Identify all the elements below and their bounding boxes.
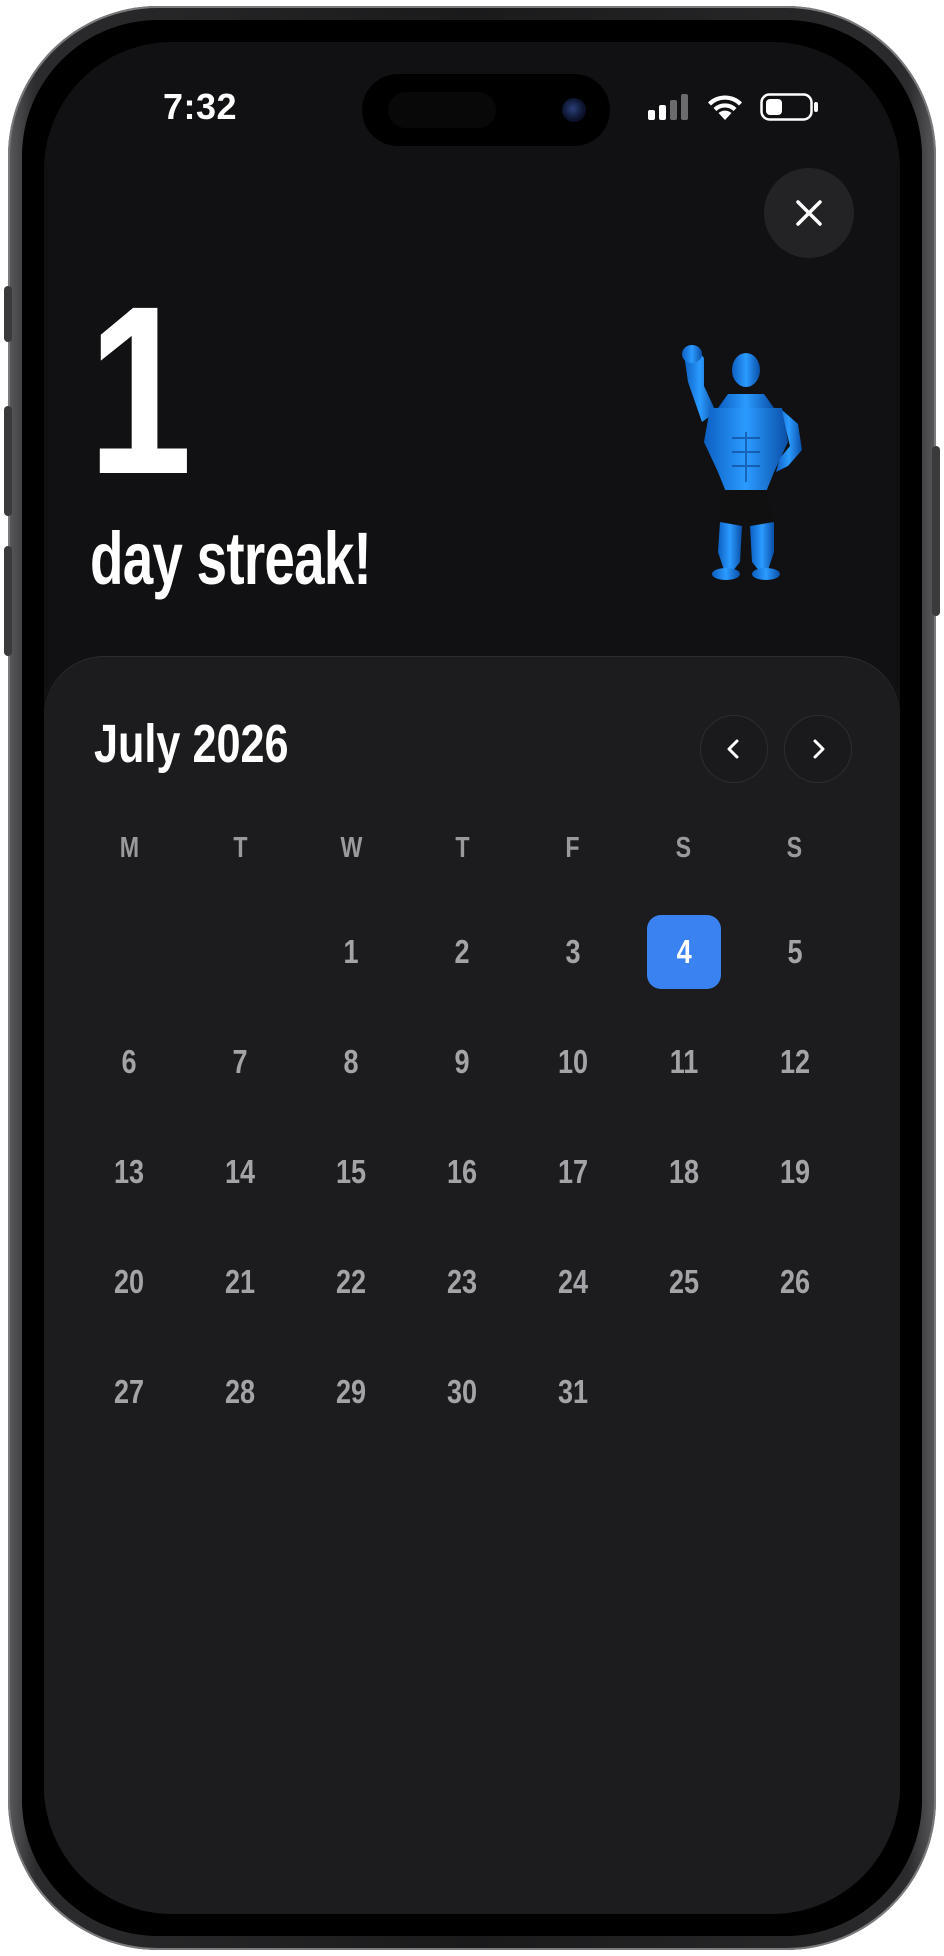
- screen: 7:32 1 day streak! July 2026 M T W T F S…: [44, 42, 900, 1914]
- status-icons: [648, 92, 820, 122]
- cellular-signal-icon: [648, 94, 688, 120]
- weekday-label: F: [565, 832, 580, 864]
- calendar-day-number: 26: [779, 1263, 810, 1300]
- calendar-day[interactable]: 26: [739, 1227, 850, 1337]
- calendar-day-number: 22: [336, 1263, 367, 1300]
- calendar-day[interactable]: 1: [296, 897, 407, 1007]
- action-button: [4, 286, 12, 342]
- calendar-day-number: 23: [446, 1263, 478, 1300]
- calendar-day-number: 4: [646, 915, 721, 989]
- calendar-day[interactable]: 30: [407, 1337, 518, 1447]
- bezel: 7:32 1 day streak! July 2026 M T W T F S…: [22, 20, 922, 1936]
- calendar-day-number: 6: [121, 1043, 137, 1080]
- calendar-day[interactable]: 7: [185, 1007, 296, 1117]
- calendar-day-number: 1: [343, 933, 359, 970]
- calendar-day-number: 13: [114, 1153, 145, 1190]
- power-button: [932, 446, 940, 616]
- calendar-day-number: 2: [454, 933, 470, 970]
- calendar-day[interactable]: 27: [74, 1337, 185, 1447]
- calendar-day-number: 10: [557, 1043, 588, 1080]
- next-month-button[interactable]: [784, 715, 852, 783]
- calendar-day-number: 16: [446, 1153, 478, 1190]
- muscleman-mascot-icon: [682, 345, 802, 580]
- calendar-day[interactable]: 18: [628, 1117, 739, 1227]
- volume-down-button: [4, 546, 12, 656]
- calendar-day-number: 5: [787, 933, 803, 970]
- close-icon: [796, 200, 822, 226]
- calendar-day[interactable]: 20: [74, 1227, 185, 1337]
- close-button[interactable]: [764, 168, 854, 258]
- month-title: July 2026: [94, 714, 289, 774]
- calendar-day[interactable]: 14: [185, 1117, 296, 1227]
- calendar-day-number: 25: [668, 1263, 699, 1300]
- calendar-day[interactable]: 5: [739, 897, 850, 1007]
- calendar-day-number: 7: [232, 1043, 248, 1080]
- camera-lens: [562, 98, 586, 122]
- calendar-day-number: 11: [669, 1043, 699, 1080]
- battery-icon: [760, 93, 818, 121]
- calendar-day-number: 12: [779, 1043, 810, 1080]
- calendar-day-number: 17: [557, 1153, 588, 1190]
- calendar-empty-cell: [74, 897, 185, 1007]
- weekday-label: T: [454, 832, 470, 864]
- calendar-sheet: July 2026 M T W T F S S 1 2 3 4 5 6 7 8 …: [44, 657, 900, 1914]
- calendar-day-number: 15: [336, 1153, 367, 1190]
- calendar-day-number: 3: [565, 933, 581, 970]
- wifi-icon: [708, 95, 742, 120]
- status-time: 7:32: [162, 86, 238, 127]
- calendar-day-number: 19: [779, 1153, 810, 1190]
- calendar-day-number: 30: [446, 1373, 478, 1410]
- days-grid: 1 2 3 4 5 6 7 8 9 10 11 12 13 14 15 16 17 18 19 20 21 22 23 24 2…: [74, 897, 850, 1447]
- island-sensor: [388, 92, 496, 128]
- calendar-day[interactable]: 13: [74, 1117, 185, 1227]
- calendar-day[interactable]: 12: [739, 1007, 850, 1117]
- calendar-day[interactable]: 19: [739, 1117, 850, 1227]
- streak-count: 1: [88, 256, 192, 524]
- calendar-day[interactable]: 8: [296, 1007, 407, 1117]
- calendar-day-number: 31: [557, 1373, 588, 1410]
- calendar-day-number: 21: [225, 1263, 256, 1300]
- weekday-label: W: [340, 832, 363, 864]
- calendar-day[interactable]: 31: [517, 1337, 628, 1447]
- calendar-day[interactable]: 22: [296, 1227, 407, 1337]
- calendar-day[interactable]: 10: [517, 1007, 628, 1117]
- volume-up-button: [4, 406, 12, 516]
- calendar-day-number: 9: [454, 1043, 470, 1080]
- calendar-empty-cell: [185, 897, 296, 1007]
- calendar-day-number: 8: [343, 1043, 359, 1080]
- calendar-day[interactable]: 23: [407, 1227, 518, 1337]
- calendar-day-number: 20: [114, 1263, 145, 1300]
- calendar-day-selected[interactable]: 4: [628, 897, 739, 1007]
- calendar-day[interactable]: 3: [517, 897, 628, 1007]
- calendar-day[interactable]: 24: [517, 1227, 628, 1337]
- weekday-label: S: [786, 832, 803, 864]
- weekday-label: S: [675, 832, 692, 864]
- calendar-day-number: 28: [225, 1373, 256, 1410]
- calendar-day[interactable]: 16: [407, 1117, 518, 1227]
- phone-frame: 7:32 1 day streak! July 2026 M T W T F S…: [4, 6, 940, 1950]
- weekday-label: T: [233, 832, 248, 864]
- calendar-day-number: 29: [336, 1373, 367, 1410]
- calendar-day[interactable]: 25: [628, 1227, 739, 1337]
- previous-month-button[interactable]: [700, 715, 768, 783]
- calendar-day[interactable]: 21: [185, 1227, 296, 1337]
- calendar-day-number: 14: [225, 1153, 256, 1190]
- calendar-day[interactable]: 15: [296, 1117, 407, 1227]
- chevron-right-icon: [813, 739, 825, 759]
- calendar-day[interactable]: 11: [628, 1007, 739, 1117]
- calendar-day[interactable]: 2: [407, 897, 518, 1007]
- weekday-label: M: [119, 832, 140, 864]
- streak-label: day streak!: [90, 517, 372, 600]
- calendar-day[interactable]: 29: [296, 1337, 407, 1447]
- calendar-day[interactable]: 9: [407, 1007, 518, 1117]
- calendar-day[interactable]: 17: [517, 1117, 628, 1227]
- chevron-left-icon: [727, 739, 739, 759]
- calendar-day-number: 24: [557, 1263, 588, 1300]
- calendar-day[interactable]: 28: [185, 1337, 296, 1447]
- calendar-day-number: 27: [114, 1373, 145, 1410]
- weekday-header: M T W T F S S: [74, 832, 850, 865]
- calendar-day-number: 18: [668, 1153, 699, 1190]
- calendar-day[interactable]: 6: [74, 1007, 185, 1117]
- dynamic-island: [362, 74, 610, 146]
